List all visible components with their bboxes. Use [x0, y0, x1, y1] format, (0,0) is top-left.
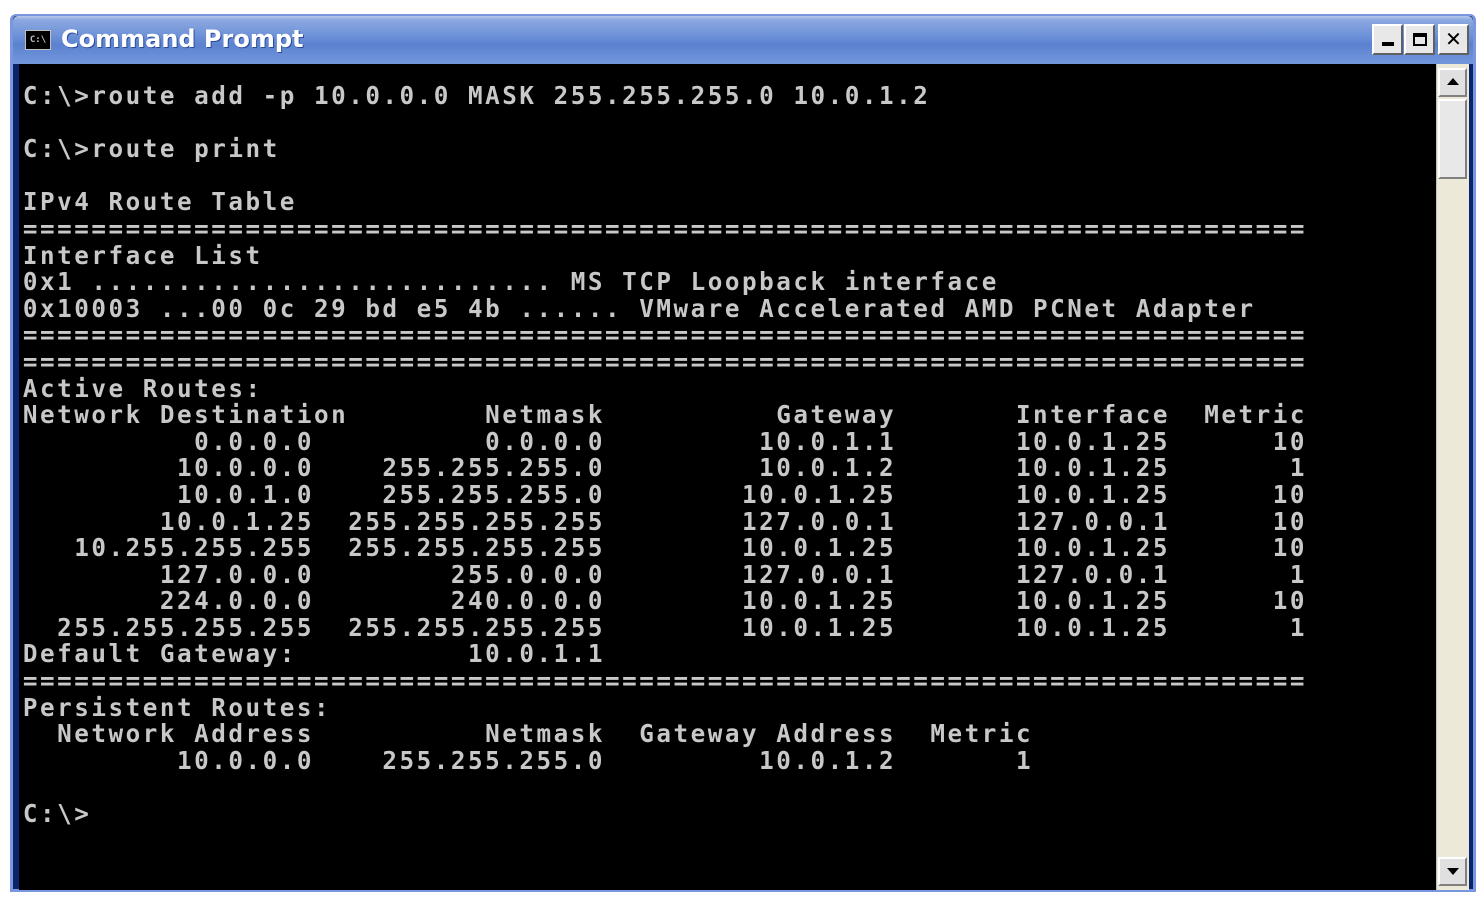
maximize-icon [1412, 33, 1427, 46]
command-prompt-window: C:\ Command Prompt ✕ C:\>route add -p 10… [10, 14, 1476, 892]
console-line: IPv4 Route Table [22, 187, 297, 217]
console-line: 0x10003 ...00 0c 29 bd e5 4b ...... VMwa… [22, 293, 1256, 323]
console-line: ========================================… [22, 346, 1308, 376]
close-button[interactable]: ✕ [1438, 24, 1469, 55]
console-line: ========================================… [22, 213, 1308, 243]
scroll-up-arrow-icon[interactable] [1438, 68, 1467, 97]
console-line: ========================================… [22, 666, 1308, 696]
console-line: 10.0.0.0 255.255.255.0 10.0.1.2 10.0.1.2… [22, 453, 1308, 483]
console-line: 0.0.0.0 0.0.0.0 10.0.1.1 10.0.1.25 10 [22, 426, 1308, 456]
maximize-button[interactable] [1404, 24, 1435, 55]
console-line: Network Address Netmask Gateway Address … [22, 719, 1034, 749]
console-line: C:\>route add -p 10.0.0.0 MASK 255.255.2… [22, 81, 931, 110]
console-line: 10.0.1.25 255.255.255.255 127.0.0.1 127.… [22, 506, 1308, 536]
console-line: 10.0.0.0 255.255.255.0 10.0.1.2 1 [22, 745, 1034, 775]
console-line: 0x1 ........................... MS TCP L… [22, 267, 999, 297]
console-text: C:\>route add -p 10.0.0.0 MASK 255.255.2… [19, 64, 1404, 828]
scroll-down-arrow-icon[interactable] [1438, 857, 1467, 886]
scroll-thumb[interactable] [1438, 99, 1467, 179]
console-icon[interactable]: C:\ [25, 30, 51, 50]
console-line: Persistent Routes: [22, 692, 332, 722]
console-line: Default Gateway: 10.0.1.1 [22, 639, 606, 669]
console-line: 10.0.1.0 255.255.255.0 10.0.1.25 10.0.1.… [22, 479, 1308, 509]
console-line: C:\>route print [22, 134, 280, 164]
console-line: 127.0.0.0 255.0.0.0 127.0.0.1 127.0.0.1 … [22, 559, 1308, 589]
console-line: Network Destination Netmask Gateway Inte… [22, 400, 1308, 430]
vertical-scrollbar[interactable] [1436, 64, 1469, 890]
console-line: Active Routes: [22, 373, 263, 403]
window-title: Command Prompt [61, 25, 304, 53]
console-line: Interface List [22, 240, 263, 270]
console-line: 224.0.0.0 240.0.0.0 10.0.1.25 10.0.1.25 … [22, 586, 1308, 616]
console-line: 255.255.255.255 255.255.255.255 10.0.1.2… [22, 612, 1308, 642]
minimize-button[interactable] [1372, 24, 1403, 55]
minimize-icon [1381, 42, 1394, 46]
console-output[interactable]: C:\>route add -p 10.0.0.0 MASK 255.255.2… [19, 64, 1447, 890]
console-line: C:\> [22, 799, 92, 829]
console-line: ========================================… [22, 320, 1308, 350]
title-bar[interactable]: C:\ Command Prompt ✕ [13, 16, 1473, 64]
close-icon: ✕ [1445, 27, 1462, 51]
console-line: 10.255.255.255 255.255.255.255 10.0.1.25… [22, 533, 1308, 563]
